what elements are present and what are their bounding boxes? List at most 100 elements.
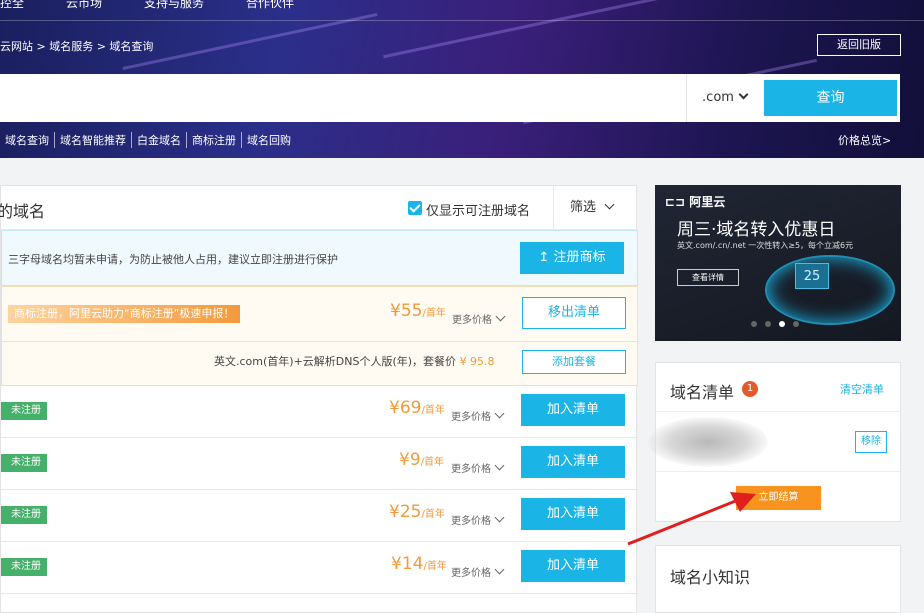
ad-details-button[interactable]: 查看详情 bbox=[677, 269, 739, 286]
divider bbox=[656, 471, 900, 472]
price-value: ¥55 bbox=[390, 301, 423, 321]
more-prices-label: 更多价格 bbox=[451, 412, 491, 423]
top-nav-item[interactable]: 控全 bbox=[0, 0, 24, 14]
register-trademark-button[interactable]: ↥ 注册商标 bbox=[520, 242, 624, 274]
table-row: 未注册 ¥14/首年 更多价格 加入清单 bbox=[1, 542, 638, 594]
status-badge: 未注册 bbox=[1, 506, 47, 524]
more-prices-toggle[interactable]: 更多价格 bbox=[451, 460, 505, 475]
more-prices-toggle[interactable]: 更多价格 bbox=[452, 311, 506, 326]
price-value: ¥14 bbox=[391, 554, 424, 574]
sub-nav-item[interactable]: 域名智能推荐 bbox=[55, 132, 132, 148]
banner-decoration bbox=[383, 0, 697, 59]
search-input[interactable] bbox=[6, 82, 666, 114]
status-badge: 未注册 bbox=[1, 402, 47, 420]
more-prices-toggle[interactable]: 更多价格 bbox=[451, 512, 505, 527]
table-row: 未注册 ¥69/首年 更多价格 加入清单 bbox=[1, 386, 638, 438]
search-button[interactable]: 查询 bbox=[764, 80, 897, 116]
sub-nav-item[interactable]: 域名回购 bbox=[242, 132, 296, 148]
sub-nav: 域名查询 域名智能推荐 白金域名 商标注册 域名回购 bbox=[0, 132, 296, 148]
more-prices-label: 更多价格 bbox=[451, 464, 491, 475]
ad-cube: 25 bbox=[795, 263, 829, 289]
carousel-dots bbox=[751, 321, 799, 327]
top-nav: 控全 云市场 支持与服务 合作伙伴 bbox=[0, 0, 294, 14]
tips-title: 域名小知识 bbox=[670, 568, 751, 587]
redacted-domain bbox=[648, 417, 768, 467]
ad-illustration bbox=[765, 255, 895, 325]
cart-title: 域名清单 bbox=[670, 383, 735, 402]
price: ¥55/首年 bbox=[390, 301, 446, 321]
sub-nav-item[interactable]: 域名查询 bbox=[0, 132, 55, 148]
table-row: 未注册 ¥25/首年 更多价格 加入清单 bbox=[1, 490, 638, 542]
only-available-checkbox[interactable] bbox=[408, 201, 422, 215]
brand-name: 阿里云 bbox=[689, 195, 726, 209]
results-title: 的域名 bbox=[0, 202, 46, 221]
carousel-dot[interactable] bbox=[751, 321, 757, 327]
old-version-button[interactable]: 返回旧版 bbox=[817, 34, 901, 56]
only-available-label[interactable]: 仅显示可注册域名 bbox=[426, 200, 530, 219]
divider bbox=[2, 341, 639, 342]
tld-select[interactable]: .com bbox=[686, 74, 762, 122]
divider bbox=[656, 411, 900, 412]
package-text: 英文.com(首年)+云解析DNS个人版(年)，套餐价 ¥ 95.8 bbox=[214, 353, 495, 369]
checkout-button[interactable]: 立即结算 bbox=[736, 486, 821, 510]
divider bbox=[0, 20, 924, 21]
price-value: ¥25 bbox=[389, 502, 422, 522]
top-nav-item[interactable]: 合作伙伴 bbox=[246, 0, 294, 14]
package-description: 英文.com(首年)+云解析DNS个人版(年)，套餐价 bbox=[214, 355, 457, 368]
promo-tag[interactable]: 商标注册，阿里云助力“商标注册”极速申报！ bbox=[8, 305, 241, 323]
chevron-down-icon bbox=[494, 460, 505, 471]
chevron-down-icon bbox=[494, 564, 505, 575]
price: ¥69/首年 bbox=[389, 398, 445, 418]
add-to-list-button[interactable]: 加入清单 bbox=[521, 550, 625, 582]
chevron-down-icon bbox=[495, 311, 506, 322]
more-prices-toggle[interactable]: 更多价格 bbox=[451, 408, 505, 423]
price-unit: /首年 bbox=[420, 457, 445, 468]
price: ¥25/首年 bbox=[389, 502, 445, 522]
cart-count-badge: 1 bbox=[742, 381, 758, 397]
filter-dropdown[interactable]: 筛选 bbox=[553, 186, 638, 230]
promo-ad[interactable]: ⊏⊐ 阿里云 周三·域名转入优惠日 英文.com/.cn/.net 一次性转入≥… bbox=[655, 185, 901, 341]
add-to-list-button[interactable]: 加入清单 bbox=[521, 394, 625, 426]
more-prices-label: 更多价格 bbox=[451, 568, 491, 579]
clear-cart-link[interactable]: 清空清单 bbox=[840, 381, 884, 397]
chevron-down-icon bbox=[494, 512, 505, 523]
price-value: ¥9 bbox=[399, 450, 421, 470]
price-unit: /首年 bbox=[421, 405, 445, 416]
price-value: ¥69 bbox=[389, 398, 422, 418]
price: ¥9/首年 bbox=[399, 450, 444, 470]
price-overview-link[interactable]: 价格总览> bbox=[838, 132, 891, 148]
add-to-list-button[interactable]: 加入清单 bbox=[521, 446, 625, 478]
top-nav-item[interactable]: 云市场 bbox=[66, 0, 102, 14]
results-header: 的域名 仅显示可注册域名 筛选 bbox=[0, 186, 638, 230]
add-package-button[interactable]: 添加套餐 bbox=[522, 350, 626, 374]
domain-tips: 域名小知识 bbox=[655, 545, 901, 613]
remove-item-button[interactable]: 移除 bbox=[855, 431, 887, 453]
price-unit: /首年 bbox=[423, 561, 447, 572]
carousel-dot[interactable] bbox=[765, 321, 771, 327]
search-bar: .com 查询 bbox=[0, 74, 900, 122]
banner-decoration bbox=[122, 13, 378, 70]
chevron-down-icon bbox=[604, 199, 615, 210]
carousel-dot-active[interactable] bbox=[779, 321, 785, 327]
more-prices-label: 更多价格 bbox=[452, 315, 492, 326]
sub-nav-item[interactable]: 商标注册 bbox=[187, 132, 242, 148]
featured-domain: 商标注册，阿里云助力“商标注册”极速申报！ ¥55/首年 更多价格 移出清单 英… bbox=[1, 286, 639, 386]
domain-cart: 域名清单 1 清空清单 移除 立即结算 bbox=[648, 362, 901, 522]
results-panel: 的域名 仅显示可注册域名 筛选 三字母域名均暂未申请，为防止被他人占用，建议立即… bbox=[0, 185, 639, 613]
price-unit: /首年 bbox=[422, 308, 446, 319]
notice-banner: 三字母域名均暂未申请，为防止被他人占用，建议立即注册进行保护 ↥ 注册商标 bbox=[1, 230, 638, 286]
top-nav-item[interactable]: 支持与服务 bbox=[144, 0, 204, 14]
brand-logo: ⊏⊐ 阿里云 bbox=[665, 195, 726, 209]
notice-text: 三字母域名均暂未申请，为防止被他人占用，建议立即注册进行保护 bbox=[8, 253, 338, 266]
more-prices-toggle[interactable]: 更多价格 bbox=[451, 564, 505, 579]
filter-label: 筛选 bbox=[570, 200, 597, 215]
chevron-down-icon bbox=[494, 408, 505, 419]
add-to-list-button[interactable]: 加入清单 bbox=[521, 498, 625, 530]
ad-headline: 周三·域名转入优惠日 bbox=[677, 220, 836, 240]
carousel-dot[interactable] bbox=[793, 321, 799, 327]
sub-nav-item[interactable]: 白金域名 bbox=[132, 132, 187, 148]
register-trademark-label: 注册商标 bbox=[553, 250, 606, 265]
breadcrumb[interactable]: 云网站 > 域名服务 > 域名查询 bbox=[0, 38, 153, 54]
remove-from-list-button[interactable]: 移出清单 bbox=[522, 297, 626, 329]
status-badge: 未注册 bbox=[1, 454, 47, 472]
